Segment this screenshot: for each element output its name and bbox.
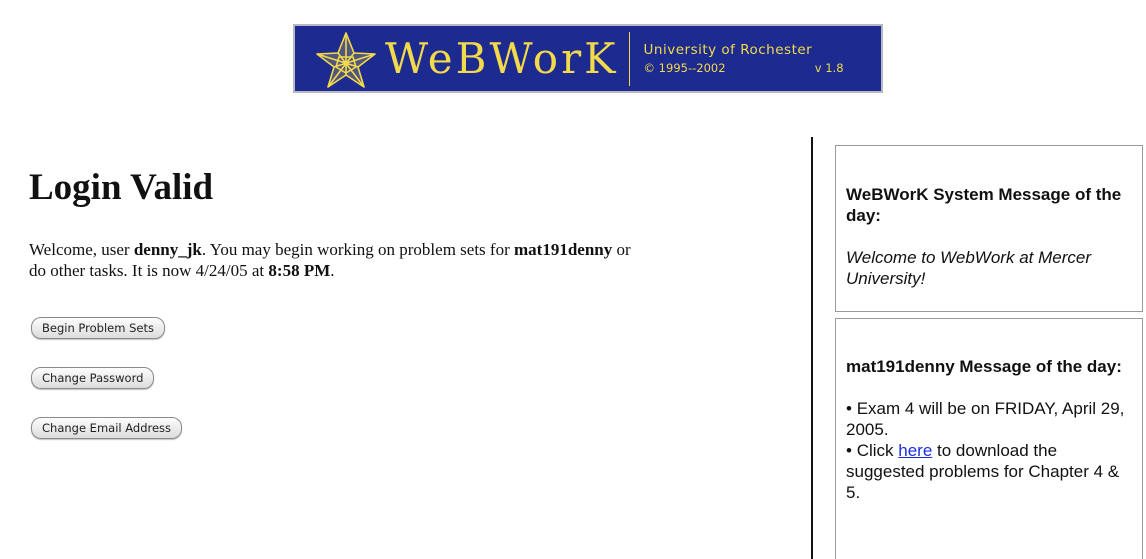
- webwork-star-logo-icon: [316, 31, 376, 88]
- course-message-item: • Click here to download the suggested p…: [846, 440, 1132, 503]
- banner-version: v 1.8: [814, 60, 844, 75]
- system-message-box: WeBWorK System Message of the day: Welco…: [835, 145, 1143, 312]
- course-message-item2-prefix: Click: [856, 441, 899, 460]
- course-message-title: mat191denny Message of the day:: [846, 357, 1122, 376]
- banner-brand: WeBWorK: [385, 33, 619, 83]
- page-title: Login Valid: [29, 167, 214, 208]
- begin-row: Begin Problem Sets: [31, 317, 165, 339]
- download-here-link[interactable]: here: [898, 441, 932, 460]
- course-message-list: • Exam 4 will be on FRIDAY, April 29, 20…: [846, 398, 1132, 503]
- welcome-message: Welcome, user denny_jk. You may begin wo…: [29, 239, 799, 281]
- course-message-item: • Exam 4 will be on FRIDAY, April 29, 20…: [846, 398, 1132, 440]
- change-email-button[interactable]: Change Email Address: [31, 417, 183, 439]
- banner-copyright: © 1995--2002: [643, 60, 726, 75]
- password-row: Change Password: [31, 367, 155, 389]
- system-message-body: Welcome to WebWork at Mercer University!: [846, 248, 1091, 288]
- bullet-icon: •: [846, 399, 857, 418]
- banner-divider: [628, 31, 630, 86]
- banner-copyright-row: © 1995--2002 v 1.8: [644, 59, 844, 77]
- email-row: Change Email Address: [31, 417, 183, 439]
- begin-problem-sets-button[interactable]: Begin Problem Sets: [31, 317, 165, 339]
- welcome-line2-prefix: do other tasks. It is now 4/24/05 at: [29, 260, 269, 280]
- welcome-user: denny_jk: [133, 239, 202, 259]
- welcome-time: 8:58 PM: [268, 260, 331, 280]
- banner-institution: University of Rochester: [643, 41, 813, 58]
- bullet-icon: •: [846, 441, 857, 460]
- welcome-suffix: or: [612, 239, 631, 259]
- change-password-button[interactable]: Change Password: [31, 367, 155, 389]
- course-message-box: mat191denny Message of the day: • Exam 4…: [835, 318, 1143, 559]
- system-message-title: WeBWorK System Message of the day:: [846, 185, 1122, 225]
- welcome-middle: . You may begin working on problem sets …: [201, 239, 514, 259]
- webwork-banner: WeBWorK University of Rochester © 1995--…: [293, 24, 883, 93]
- welcome-prefix: Welcome, user: [29, 239, 134, 259]
- welcome-course: mat191denny: [514, 239, 613, 259]
- course-message-item1: Exam 4 will be on FRIDAY, April 29, 2005…: [846, 399, 1125, 439]
- column-divider: [811, 137, 813, 559]
- main-content: Login Valid Welcome, user denny_jk. You …: [29, 160, 799, 281]
- banner-info: University of Rochester © 1995--2002 v 1…: [644, 41, 844, 77]
- welcome-line2-suffix: .: [330, 260, 335, 280]
